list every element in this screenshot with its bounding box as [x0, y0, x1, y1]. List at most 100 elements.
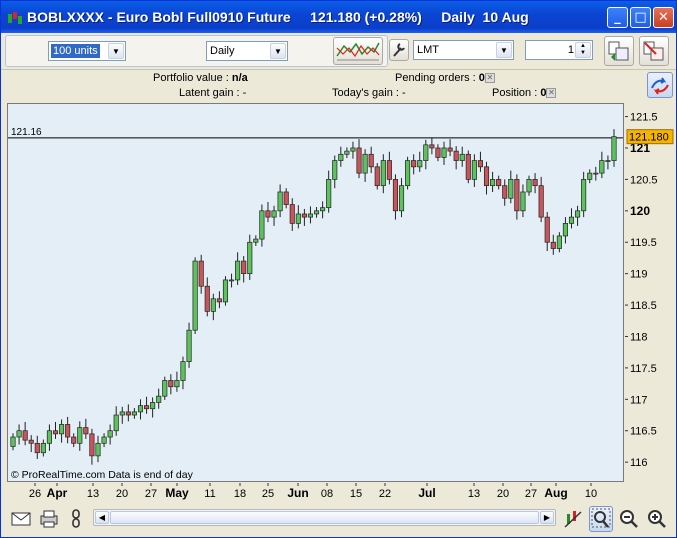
candle-body: [162, 380, 168, 397]
candle-body: [210, 298, 216, 312]
candle-body: [34, 442, 40, 454]
candle-body: [295, 213, 301, 224]
close-button[interactable]: ✕: [653, 7, 674, 28]
candle-body: [222, 279, 229, 303]
window-title: BOBLXXXX - Euro Bobl Full0910 Future 121…: [27, 9, 529, 25]
candle-body: [150, 402, 156, 410]
candle-body: [228, 279, 235, 282]
indicators-button[interactable]: [333, 37, 383, 65]
candlestick-chart[interactable]: 121.16 © ProRealTime.com Data is end of …: [8, 104, 623, 481]
buy-order-button[interactable]: [604, 36, 634, 66]
zoom-select-button[interactable]: [589, 506, 613, 532]
candle-body: [46, 430, 52, 444]
candle-body: [453, 150, 459, 161]
portfolio-amount: n/a: [231, 72, 248, 84]
candle-body: [544, 216, 550, 243]
x-tick-label: 11: [204, 488, 215, 500]
chevron-down-icon: ▼: [496, 42, 512, 58]
candle-body: [575, 210, 581, 218]
candle-body: [362, 153, 368, 174]
order-type-select[interactable]: LMT ▼: [413, 40, 514, 60]
close-icon[interactable]: ✕: [484, 73, 495, 84]
chain-button[interactable]: [65, 507, 89, 531]
x-tick-label: 10: [585, 488, 597, 500]
candle-body: [441, 147, 447, 158]
zoom-in-button[interactable]: [645, 507, 669, 531]
candle-body: [313, 210, 320, 215]
candle-body: [241, 260, 247, 274]
candle-body: [398, 185, 405, 212]
period-value: Daily: [210, 45, 235, 57]
candle-body: [568, 216, 575, 224]
candle-body: [581, 179, 587, 212]
candle-body: [71, 436, 77, 444]
units-select[interactable]: 100 units ▼: [48, 41, 126, 61]
envelope-icon: [11, 512, 31, 526]
candle-body: [423, 144, 429, 161]
pending-label: Pending orders :: [395, 72, 476, 84]
x-tick-label: 13: [468, 488, 480, 500]
candle-body: [411, 160, 417, 168]
price-line-label: 121.16: [11, 127, 42, 138]
maximize-button[interactable]: □: [630, 7, 651, 28]
zoom-box-icon: [591, 508, 611, 528]
x-tick-label: 18: [234, 488, 246, 500]
candle-body: [180, 361, 186, 381]
candle-body: [483, 166, 490, 187]
scroll-left-icon[interactable]: ◀: [95, 511, 109, 524]
candle-body: [538, 185, 544, 218]
email-button[interactable]: [9, 507, 33, 531]
close-icon[interactable]: ✕: [546, 88, 557, 99]
candle-body: [380, 160, 386, 187]
settings-button[interactable]: [389, 39, 409, 61]
candle-body: [502, 185, 508, 199]
y-tick-label: 118.5: [630, 300, 657, 312]
candle-body: [392, 179, 399, 212]
candle-body: [168, 380, 174, 388]
candle-body: [10, 436, 16, 447]
y-tick-label: 118: [630, 331, 648, 343]
period-select[interactable]: Daily ▼: [206, 41, 288, 61]
candle-body: [198, 260, 204, 287]
swap-arrows-icon: [651, 77, 669, 95]
scroll-thumb[interactable]: [110, 511, 539, 524]
buy-order-icon: [608, 41, 629, 61]
candle-body: [356, 147, 362, 174]
candle-body: [508, 179, 514, 199]
refresh-button[interactable]: [647, 72, 673, 98]
chain-link-icon: [72, 509, 80, 528]
close-icon: ✕: [658, 10, 669, 25]
candle-body: [307, 213, 314, 218]
candle-body: [22, 430, 28, 441]
price-axis[interactable]: 121.5 121 120.5 120 119.5 119 118.5 118 117.5 117…: [625, 103, 676, 482]
scroll-right-icon[interactable]: ▶: [540, 511, 554, 524]
candle-body: [320, 207, 326, 212]
candle-body: [271, 210, 277, 218]
print-button[interactable]: [37, 507, 61, 531]
x-tick-label: 27: [145, 488, 157, 500]
chevron-down-icon: ▼: [108, 43, 124, 59]
toolbar: 100 units ▼ Daily ▼ LMT ▼ 1 ▲ ▼: [1, 33, 676, 70]
quantity-value: 1: [567, 44, 574, 56]
candle-body: [113, 414, 119, 432]
candle-body: [550, 241, 556, 249]
candle-body: [52, 430, 59, 435]
zoom-out-button[interactable]: [617, 507, 641, 531]
account-info-bar: Portfolio value : n/a Latent gain : - To…: [1, 70, 676, 102]
candle-body: [556, 235, 562, 249]
quantity-stepper[interactable]: 1 ▲ ▼: [525, 40, 593, 60]
date-axis[interactable]: 26 Apr 13 20 27 May 11 18 25 Jun 08 15 22 Jul 13 20 27 Au…: [7, 483, 624, 501]
x-tick-label: May: [165, 486, 189, 500]
sell-order-button[interactable]: [639, 36, 669, 66]
price-chart[interactable]: 121.16 © ProRealTime.com Data is end of …: [7, 103, 624, 482]
today-label: Today's gain :: [332, 87, 399, 99]
drawing-tools-button[interactable]: [562, 507, 584, 531]
candle-body: [332, 160, 338, 180]
horizontal-scrollbar[interactable]: ◀ ▶: [93, 509, 556, 526]
minimize-button[interactable]: _: [607, 7, 628, 28]
pending-orders: Pending orders : 0 ✕: [395, 72, 495, 84]
title-bar[interactable]: BOBLXXXX - Euro Bobl Full0910 Future 121…: [1, 1, 676, 33]
y-tick-label: 120: [630, 204, 650, 218]
candle-body: [514, 179, 520, 212]
candle-body: [405, 160, 411, 187]
